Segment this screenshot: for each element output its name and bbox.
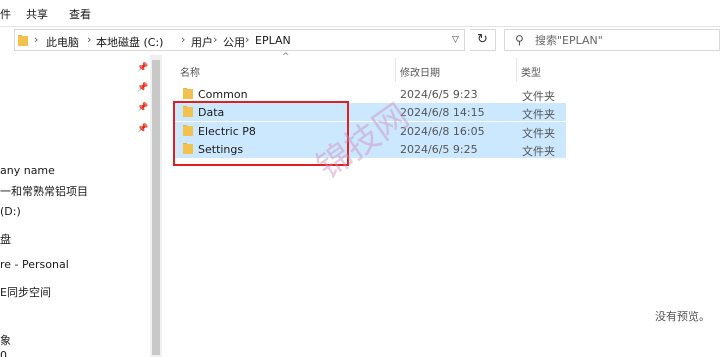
search-box[interactable]: ⚲	[504, 29, 720, 51]
nav-item-partial[interactable]: 象	[0, 332, 11, 348]
column-divider[interactable]	[516, 58, 517, 82]
breadcrumb-users[interactable]: 用户	[191, 34, 213, 50]
breadcrumb-local-disk[interactable]: 本地磁盘 (C:)	[96, 34, 163, 50]
nav-item-disk[interactable]: 盘	[0, 231, 11, 247]
folder-icon	[18, 35, 28, 46]
search-input[interactable]	[535, 33, 715, 48]
breadcrumb-this-pc[interactable]: 此电脑	[46, 34, 79, 50]
chevron-right-icon[interactable]: ›	[213, 33, 217, 46]
nav-item-project[interactable]: 一和常熟常铝项目	[0, 183, 88, 199]
tab-share[interactable]: 共享	[26, 6, 48, 22]
file-explorer-window: 件 共享 查看 › 此电脑 › 本地磁盘 (C:) › 用户 › 公用 › EP…	[0, 0, 720, 357]
ribbon-divider	[0, 26, 720, 27]
file-name: Common	[198, 88, 248, 101]
refresh-icon: ↻	[477, 32, 488, 47]
nav-item-drive-d[interactable]: (D:)	[0, 205, 21, 218]
column-divider[interactable]	[395, 58, 396, 82]
file-date: 2024/6/8 16:05	[400, 125, 485, 138]
file-type: 文件夹	[522, 90, 555, 103]
address-bar[interactable]: › 此电脑 › 本地磁盘 (C:) › 用户 › 公用 › EPLAN	[14, 29, 465, 51]
column-header-name[interactable]: 名称	[180, 64, 200, 79]
column-header-type[interactable]: 类型	[521, 64, 541, 79]
nav-item-onedrive[interactable]: re - Personal	[0, 258, 69, 271]
tab-view[interactable]: 查看	[69, 6, 91, 22]
breadcrumb-eplan[interactable]: EPLAN	[255, 34, 291, 47]
column-header-date[interactable]: 修改日期	[400, 64, 440, 79]
refresh-button[interactable]: ↻	[470, 29, 496, 51]
file-type: 文件夹	[522, 145, 555, 158]
file-type: 文件夹	[522, 127, 555, 140]
sort-up-icon: ^	[282, 52, 290, 62]
navigation-pane: 📌 📌 📌 📌 any name 一和常熟常铝项目 (D:) 盘 re - Pe…	[0, 55, 150, 357]
file-date: 2024/6/5 9:23	[400, 88, 478, 101]
pin-icon[interactable]: 📌	[137, 83, 148, 93]
tab-file[interactable]: 件	[0, 6, 11, 22]
preview-pane-text: 没有预览。	[655, 310, 710, 323]
breadcrumb-public[interactable]: 公用	[223, 34, 245, 50]
nav-item-partial-2[interactable]: 0	[0, 349, 7, 357]
chevron-right-icon[interactable]: ›	[34, 33, 38, 46]
pin-icon[interactable]: 📌	[137, 124, 148, 134]
chevron-right-icon[interactable]: ›	[245, 33, 249, 46]
file-date: 2024/6/5 9:25	[400, 143, 478, 156]
file-type: 文件夹	[522, 108, 555, 121]
chevron-down-icon[interactable]: ▽	[452, 35, 459, 45]
ribbon: 件 共享 查看	[0, 0, 720, 26]
nav-scrollbar-thumb[interactable]	[152, 60, 160, 355]
pin-icon[interactable]: 📌	[137, 63, 148, 73]
folder-icon	[183, 88, 193, 99]
chevron-right-icon[interactable]: ›	[87, 33, 91, 46]
chevron-right-icon[interactable]: ›	[181, 33, 185, 46]
pin-icon[interactable]: 📌	[137, 103, 148, 113]
search-icon: ⚲	[515, 33, 524, 47]
highlight-annotation-box	[173, 101, 349, 166]
nav-item-sync-space[interactable]: E同步空间	[0, 284, 51, 300]
file-date: 2024/6/8 14:15	[400, 106, 485, 119]
nav-item-company[interactable]: any name	[0, 164, 55, 177]
